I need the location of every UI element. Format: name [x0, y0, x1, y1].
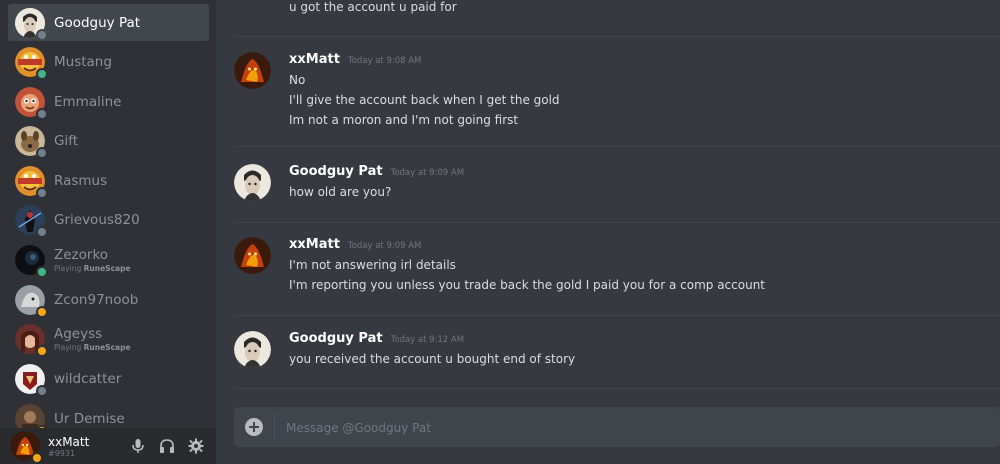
status-idle-icon [36, 305, 48, 318]
dm-name: Gift [54, 132, 79, 149]
message-divider [234, 388, 1000, 389]
status-offline-icon [36, 28, 48, 41]
author-avatar[interactable] [234, 331, 271, 368]
dm-item-goodguy-pat[interactable]: Goodguy Pat [8, 4, 209, 41]
dm-item-zcon97noob[interactable]: Zcon97noob [8, 281, 209, 318]
message-text: I'm not answering irl details [289, 258, 456, 272]
direct-message-list: Goodguy Pat Mustang Emmaline Gift Rasmus [0, 0, 216, 428]
composer-separator [274, 414, 275, 440]
message-divider [234, 222, 1000, 223]
dm-name: Emmaline [54, 93, 122, 110]
message-text: how old are you? [289, 185, 392, 199]
message-divider [234, 146, 1000, 147]
message-author[interactable]: Goodguy Pat [289, 331, 383, 346]
message-timestamp: Today at 9:09 AM [347, 241, 422, 251]
status-offline-icon [36, 384, 48, 397]
message-divider [234, 315, 1000, 316]
dm-item-emmaline[interactable]: Emmaline [8, 83, 209, 120]
status-online-icon [36, 265, 48, 278]
status-idle-icon [36, 344, 48, 357]
dm-activity: Playing RuneScape [54, 342, 131, 352]
message-author[interactable]: xxMatt [289, 52, 340, 67]
message-text: I'll give the account back when I get th… [289, 93, 560, 107]
microphone-icon[interactable] [125, 433, 151, 459]
message-timestamp: Today at 9:08 AM [347, 56, 422, 66]
dm-name: Ur Demise [54, 410, 125, 427]
dm-name: Grievous820 [54, 211, 140, 228]
message-text: you received the account u bought end of… [289, 352, 576, 366]
dm-item-ageyss[interactable]: Ageyss Playing RuneScape [8, 320, 209, 357]
dm-name: Ageyss [54, 325, 103, 342]
message-author[interactable]: Goodguy Pat [289, 164, 383, 179]
dm-item-zezorko[interactable]: Zezorko Playing RuneScape [8, 241, 209, 278]
dm-name: Zcon97noob [54, 291, 139, 308]
status-offline-icon [36, 146, 48, 159]
headphones-icon[interactable] [154, 433, 180, 459]
message-author[interactable]: xxMatt [289, 237, 340, 252]
dm-item-rasmus[interactable]: Rasmus [8, 162, 209, 199]
author-avatar[interactable] [234, 237, 271, 274]
message-text: Im not a moron and I'm not going first [289, 113, 519, 127]
author-avatar[interactable] [234, 52, 271, 89]
user-panel: xxMatt #9931 [0, 428, 216, 464]
dm-name: Mustang [54, 53, 112, 70]
dm-name: Rasmus [54, 172, 108, 189]
dm-sidebar: Goodguy Pat Mustang Emmaline Gift Rasmus [0, 0, 216, 464]
chat-area: u got the account u paid for xxMatt Toda… [216, 0, 1000, 464]
dm-activity: Playing RuneScape [54, 263, 131, 273]
message-timestamp: Today at 9:12 AM [390, 335, 465, 345]
message-divider [234, 36, 1000, 37]
dm-item-wildcatter[interactable]: wildcatter [8, 360, 209, 397]
dm-item-ur-demise[interactable]: Ur Demise [8, 400, 209, 428]
status-offline-icon [36, 225, 48, 238]
plus-circle-icon[interactable] [245, 418, 263, 436]
dm-name: Zezorko [54, 246, 109, 263]
dm-item-gift[interactable]: Gift [8, 122, 209, 159]
status-idle-icon [31, 452, 43, 464]
status-online-icon [36, 67, 48, 80]
dm-name: wildcatter [54, 370, 122, 387]
message-text: No [289, 73, 306, 87]
status-offline-icon [36, 186, 48, 199]
dm-name: Goodguy Pat [54, 14, 141, 31]
dm-item-mustang[interactable]: Mustang [8, 43, 209, 80]
current-username: xxMatt [48, 434, 90, 449]
message-text: I'm reporting you unless you trade back … [289, 278, 766, 292]
message-input[interactable] [284, 407, 988, 449]
message-text: u got the account u paid for [289, 0, 457, 14]
current-user-tag: #9931 [48, 448, 76, 458]
message-timestamp: Today at 9:09 AM [390, 168, 465, 178]
message-composer [234, 407, 1000, 449]
status-offline-icon [36, 107, 48, 120]
dm-item-grievous820[interactable]: Grievous820 [8, 201, 209, 238]
gear-icon[interactable] [183, 433, 209, 459]
author-avatar[interactable] [234, 164, 271, 201]
